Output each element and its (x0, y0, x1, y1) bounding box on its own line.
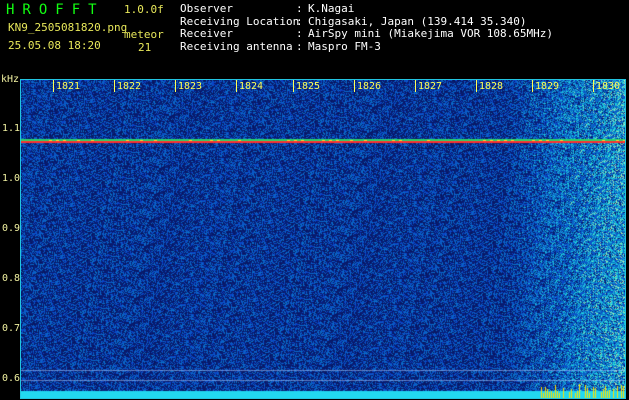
x-tick-label: 1829 (535, 81, 560, 92)
x-tick-label: 1828 (479, 81, 504, 92)
x-tick-label: 1823 (178, 81, 203, 92)
antenna-colon: : (296, 40, 303, 53)
y-tick-label: 1.1 (1, 123, 20, 134)
y-tick-label: 0.9 (1, 223, 20, 234)
x-tick-mark (476, 80, 477, 92)
x-tick-label: 1826 (357, 81, 382, 92)
meteor-count: 21 (138, 41, 152, 54)
x-tick-mark (415, 80, 416, 92)
spectrogram-canvas (21, 80, 625, 398)
meteor-label: meteor (124, 28, 164, 41)
x-tick-label: 1825 (296, 81, 321, 92)
app-version: 1.0.0f (124, 3, 164, 16)
hrofft-window: HROFFT 1.0.0f KN9_2505081820.png 25.05.0… (0, 0, 629, 400)
y-tick-label: 0.7 (1, 323, 20, 334)
x-tick-label: 1830 (596, 81, 621, 92)
observer-colon: : (296, 2, 303, 15)
app-brand: HROFFT (6, 2, 105, 18)
x-tick-mark (53, 80, 54, 92)
y-axis-unit: kHz (1, 74, 20, 85)
x-tick-mark (354, 80, 355, 92)
receiver-value: AirSpy mini (Miakejima VOR 108.65MHz) (308, 27, 554, 40)
x-tick-label: 1824 (239, 81, 264, 92)
x-tick-mark (236, 80, 237, 92)
receiver-label: Receiver (180, 27, 233, 40)
y-tick-label: 0.6 (1, 373, 20, 384)
receiver-colon: : (296, 27, 303, 40)
x-tick-label: 1821 (56, 81, 81, 92)
y-tick-label: 0.8 (1, 273, 20, 284)
antenna-label: Receiving antenna (180, 40, 293, 53)
x-tick-mark (532, 80, 533, 92)
capture-datetime: 25.05.08 18:20 (8, 39, 101, 52)
observer-label: Observer (180, 2, 233, 15)
observer-value: K.Nagai (308, 2, 355, 15)
antenna-value: Maspro FM-3 (308, 40, 381, 53)
image-filename: KN9_2505081820.png (8, 21, 128, 34)
x-tick-label: 1822 (117, 81, 142, 92)
x-tick-mark (593, 80, 594, 92)
spectrogram (21, 80, 625, 398)
y-tick-label: 1.0 (1, 173, 20, 184)
spectrogram-canvas-wrap (21, 80, 625, 398)
x-tick-label: 1827 (418, 81, 443, 92)
x-tick-mark (114, 80, 115, 92)
x-tick-mark (293, 80, 294, 92)
x-tick-mark (175, 80, 176, 92)
